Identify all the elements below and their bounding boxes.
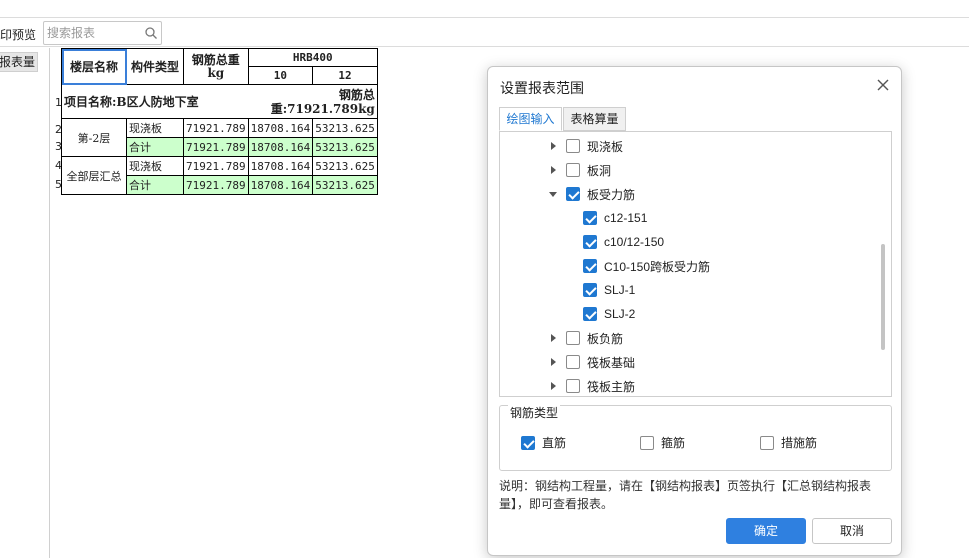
report-range-dialog: 设置报表范围 绘图输入 表格算量 现浇板板洞板受力筋 c12-151 c10/12-… [487,66,902,556]
dialog-title: 设置报表范围 [500,80,584,96]
checkbox[interactable] [566,187,580,201]
tree-item-label: 现浇板 [587,139,624,154]
tree-item-label: 板洞 [587,163,612,178]
project-total-cell[interactable]: 钢筋总重:71921.789kg [248,84,378,119]
tree-item-label: c12-151 [604,211,648,225]
checkbox[interactable] [760,435,774,450]
checkbox[interactable] [583,259,597,273]
toolbar: 印预览 [0,19,969,47]
option-label: 措施筋 [781,436,818,450]
checkbox[interactable] [566,163,580,177]
dialog-note: 说明：钢结构工程量，请在【钢结构报表】页签执行【汇总钢结构报表量】，即可查看报表… [499,479,872,511]
option-label: 直筋 [542,436,567,450]
caret-right-icon[interactable] [548,381,558,391]
total-cell[interactable]: 71921.789 [183,175,249,195]
report-quantity-tab[interactable]: 报表量 [0,52,38,72]
dia10-cell[interactable]: 18708.164 [247,118,314,138]
header-dia-10[interactable]: 10 [247,66,314,85]
dia12-cell[interactable]: 53213.625 [312,137,378,157]
tree-item[interactable]: 板负筋 [548,328,623,348]
print-preview-button[interactable]: 印预览 [0,26,36,43]
rebar-type-stirrup[interactable]: 箍筋 [640,434,685,451]
dia10-cell[interactable]: 18708.164 [247,156,314,176]
tree-item[interactable]: 筏板基础 [548,352,635,372]
ok-button[interactable]: 确定 [726,518,806,544]
caret-right-icon[interactable] [548,141,558,151]
checkbox[interactable] [566,355,580,369]
tree-item-label: 板受力筋 [587,187,636,202]
dia12-cell[interactable]: 53213.625 [312,118,378,138]
checkbox[interactable] [521,435,535,450]
tab-drawing-input[interactable]: 绘图输入 [499,107,562,131]
header-dia-12[interactable]: 12 [312,66,378,85]
tree-item[interactable]: 板受力筋 [548,184,635,204]
tree-item-label: SLJ-1 [604,283,636,297]
table-row: 第-2层 现浇板 71921.789 18708.164 53213.625 [61,118,378,157]
type-cell[interactable]: 现浇板 [126,118,184,138]
tree-item-label: SLJ-2 [604,307,636,321]
tree-item[interactable]: C10-150跨板受力筋 [583,256,710,276]
tree-item-label: 板负筋 [587,331,624,346]
tree-item[interactable]: SLJ-1 [583,280,635,300]
search-box[interactable] [43,21,162,45]
tree-item-label: c10/12-150 [604,235,665,249]
search-icon[interactable] [144,26,158,40]
type-cell[interactable]: 合计 [126,137,184,157]
left-panel: 报表量 [0,48,50,558]
total-cell[interactable]: 71921.789 [183,156,249,176]
type-cell[interactable]: 现浇板 [126,156,184,176]
tree-item[interactable]: 现浇板 [548,136,623,156]
header-grade[interactable]: HRB400 [247,48,378,67]
search-input[interactable] [47,25,143,41]
top-strip [0,0,969,18]
table-row: 全部层汇总 现浇板 71921.789 18708.164 53213.625 [61,156,378,195]
checkbox[interactable] [566,139,580,153]
rebar-type-straight[interactable]: 直筋 [521,434,566,451]
caret-right-icon[interactable] [548,357,558,367]
checkbox[interactable] [583,283,597,297]
tree-item[interactable]: 板洞 [548,160,611,180]
rebar-type-measure[interactable]: 措施筋 [760,434,817,451]
tree-item[interactable]: 筏板主筋 [548,376,635,396]
caret-right-icon[interactable] [548,333,558,343]
tree-item[interactable]: c10/12-150 [583,232,664,252]
floor-cell[interactable]: 第-2层 [61,118,127,157]
tree-item[interactable]: c12-151 [583,208,647,228]
dia12-cell[interactable]: 53213.625 [312,175,378,195]
checkbox[interactable] [566,331,580,345]
tab-table-quantity[interactable]: 表格算量 [563,107,626,131]
rebar-type-legend: 钢筋类型 [508,404,561,421]
close-icon[interactable] [875,77,891,93]
header-total-weight[interactable]: 钢筋总重kg [183,48,249,85]
component-tree: 现浇板板洞板受力筋 c12-151 c10/12-150 C10-150跨板受力筋 SL… [499,131,892,397]
tree-item-label: 筏板主筋 [587,379,636,394]
header-floor-name[interactable]: 楼层名称 [61,48,127,85]
checkbox[interactable] [583,307,597,321]
dia10-cell[interactable]: 18708.164 [247,175,314,195]
tree-item-label: C10-150跨板受力筋 [604,259,711,274]
checkbox[interactable] [583,235,597,249]
checkbox[interactable] [566,379,580,393]
cancel-button[interactable]: 取消 [812,518,892,544]
total-cell[interactable]: 71921.789 [183,137,249,157]
tree-item[interactable]: SLJ-2 [583,304,635,324]
caret-down-icon[interactable] [548,189,558,199]
total-cell[interactable]: 71921.789 [183,118,249,138]
caret-right-icon[interactable] [548,165,558,175]
dia12-cell[interactable]: 53213.625 [312,156,378,176]
header-component-type[interactable]: 构件类型 [126,48,184,85]
checkbox[interactable] [583,211,597,225]
dia10-cell[interactable]: 18708.164 [247,137,314,157]
report-table: 楼层名称 构件类型 钢筋总重kg HRB400 10 12 项目名称:B区人防地… [61,48,378,195]
tree-item-label: 筏板基础 [587,355,636,370]
project-name-cell[interactable]: 项目名称:B区人防地下室 [61,84,249,119]
type-cell[interactable]: 合计 [126,175,184,195]
floor-cell[interactable]: 全部层汇总 [61,156,127,195]
tree-scrollbar[interactable] [881,244,885,350]
app-window: 印预览 报表量 1 2 3 4 5 楼层名称 构件类型 钢筋总重k [0,0,969,558]
option-label: 箍筋 [661,436,686,450]
checkbox[interactable] [640,435,654,450]
